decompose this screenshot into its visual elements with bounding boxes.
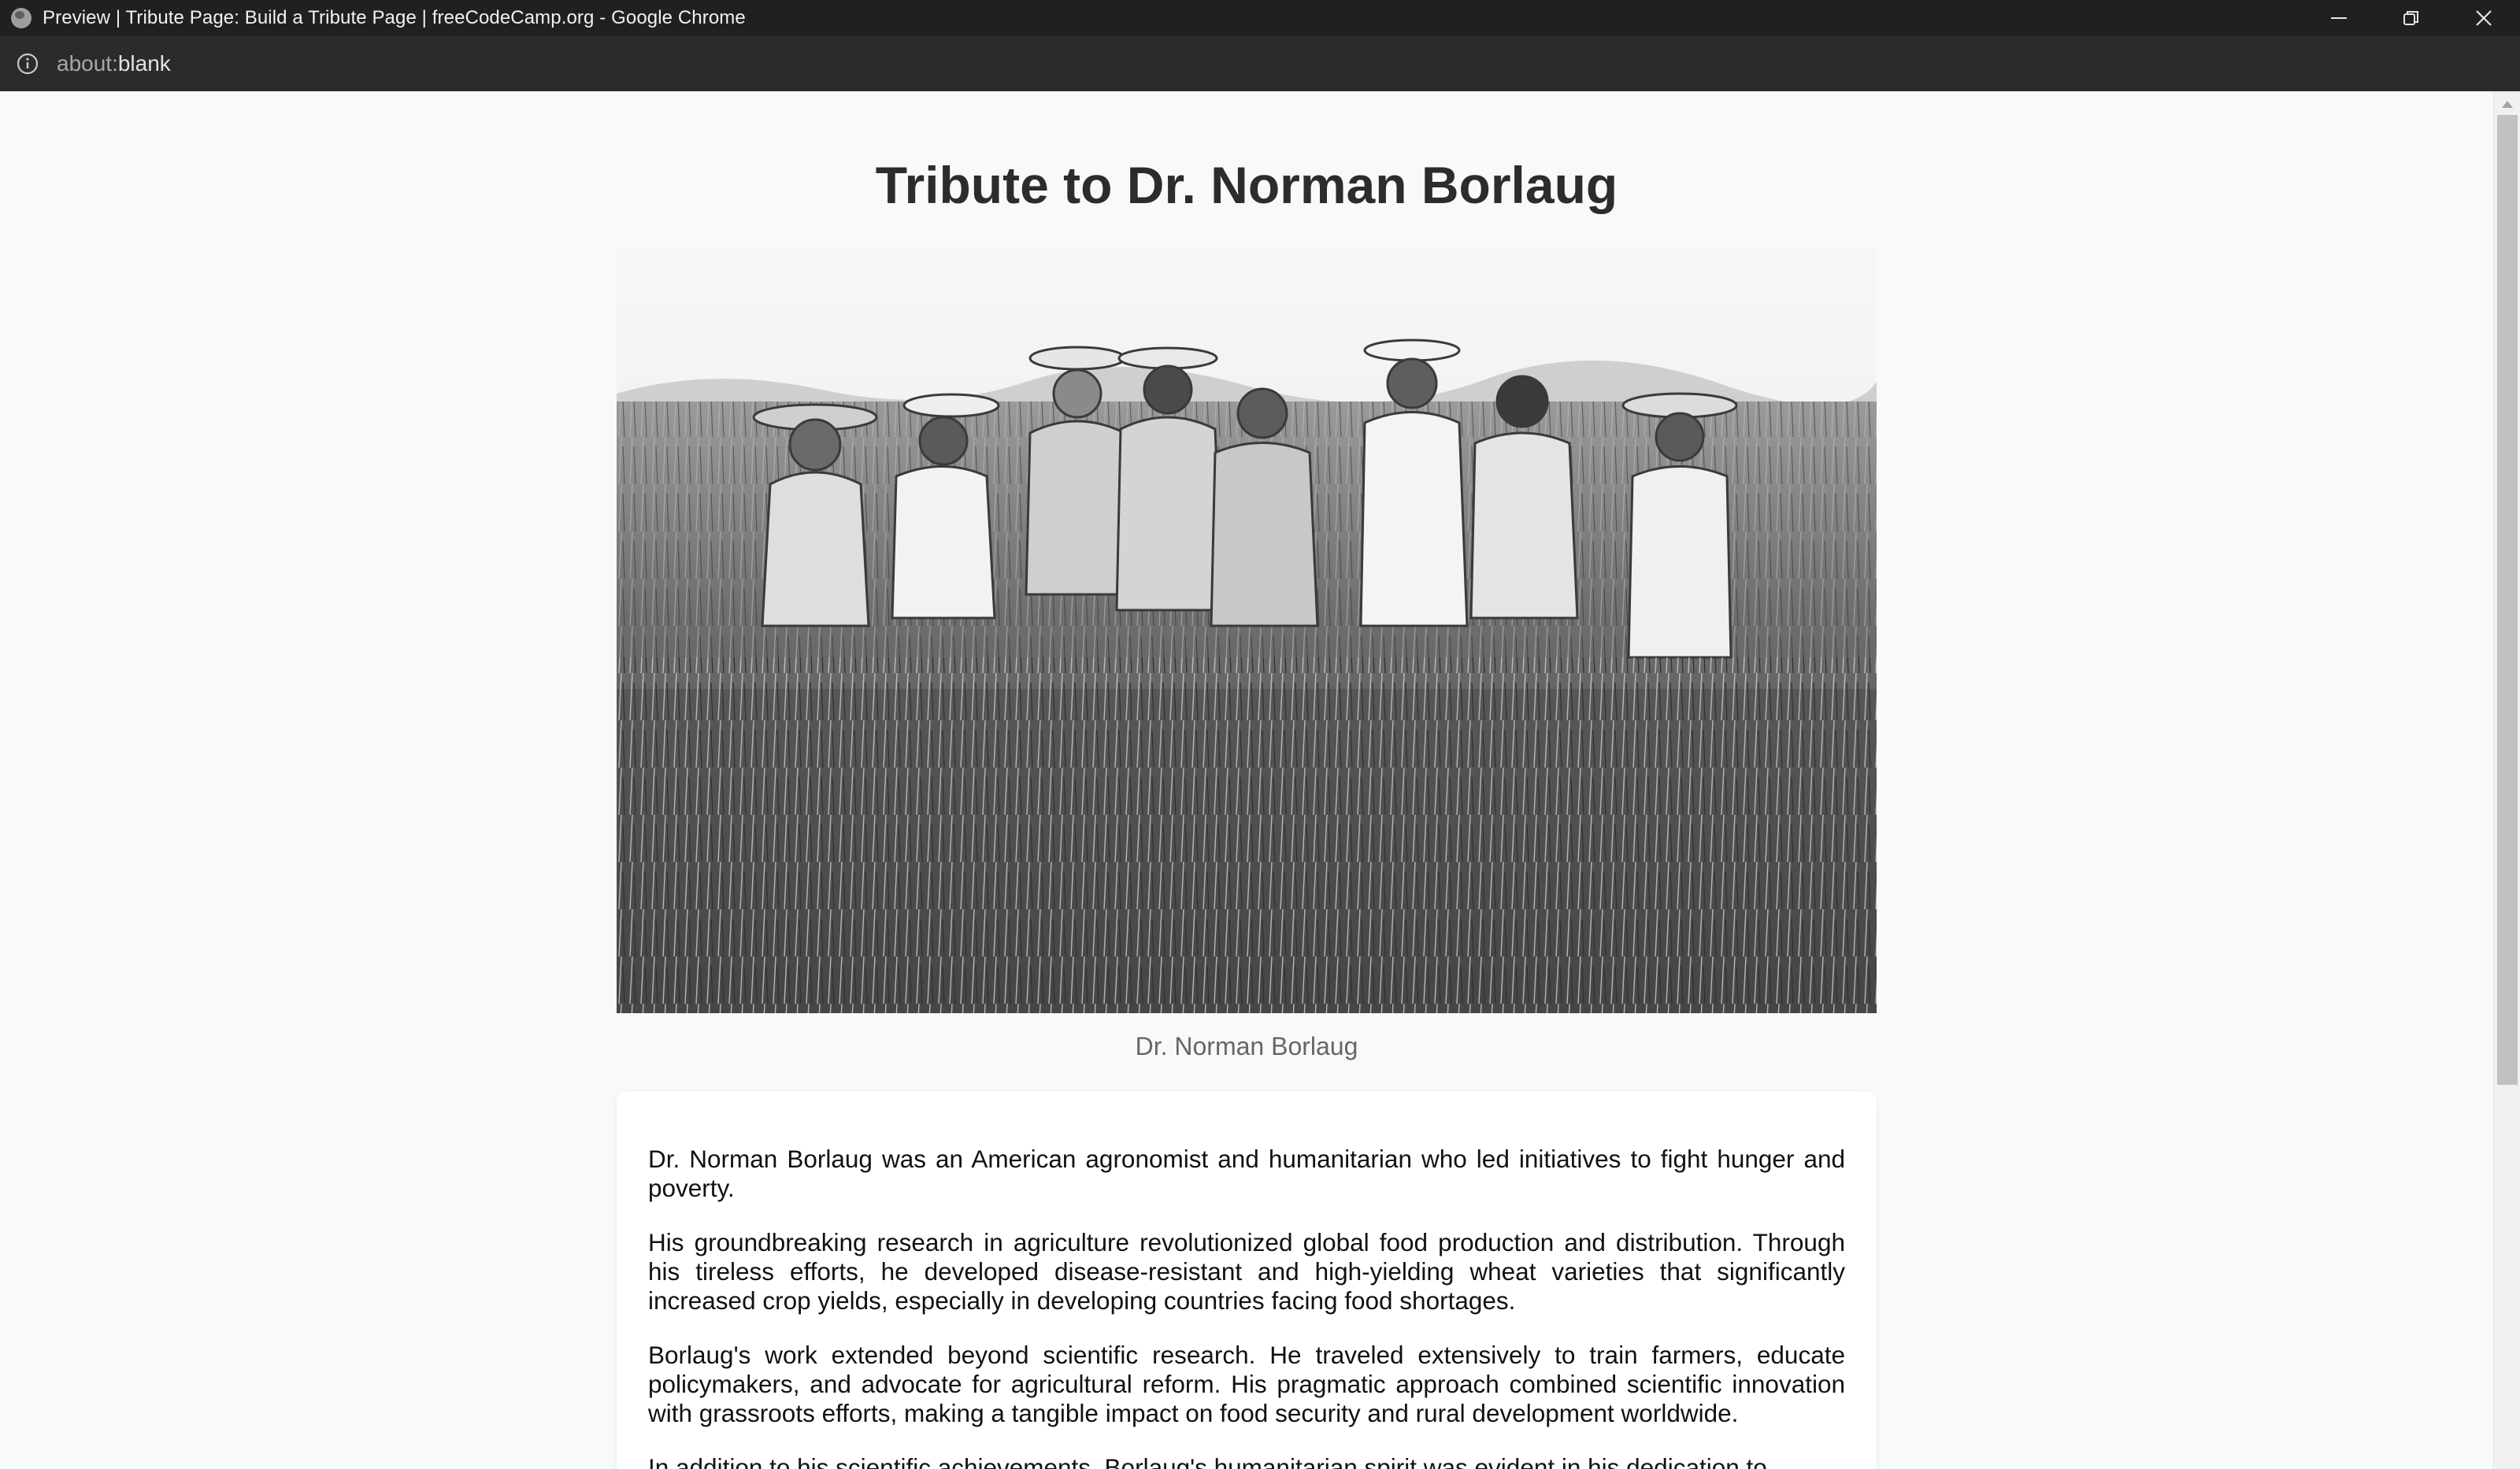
vertical-scrollbar[interactable] (2493, 91, 2520, 1469)
chrome-app-icon (11, 8, 32, 28)
minimize-icon (2331, 17, 2347, 19)
tribute-paragraph: Borlaug's work extended beyond scientifi… (648, 1341, 1845, 1428)
url-field[interactable]: about:blank (57, 51, 171, 76)
close-button[interactable] (2448, 0, 2520, 36)
restore-button[interactable] (2375, 0, 2448, 36)
image-caption: Dr. Norman Borlaug (1135, 1032, 1358, 1061)
tribute-main: Tribute to Dr. Norman Borlaug Dr. Norman… (0, 91, 2493, 1469)
url-scheme: about: (57, 50, 118, 76)
tribute-paragraph: In addition to his scientific achievemen… (648, 1453, 1767, 1469)
window-controls (2303, 0, 2520, 36)
page-title: Tribute to Dr. Norman Borlaug (875, 156, 1618, 214)
scrollbar-thumb[interactable] (2497, 115, 2518, 1085)
borlaug-field-photo (617, 248, 1877, 1014)
restore-icon (2403, 11, 2418, 25)
url-path: blank (117, 50, 171, 76)
image-container: Dr. Norman Borlaug (617, 248, 1877, 1061)
window-title: Preview | Tribute Page: Build a Tribute … (43, 7, 746, 28)
page-viewport: Tribute to Dr. Norman Borlaug Dr. Norman… (0, 91, 2493, 1469)
tribute-paragraph: Dr. Norman Borlaug was an American agron… (648, 1145, 1845, 1203)
scroll-up-arrow-icon[interactable] (2502, 101, 2513, 108)
site-info-icon[interactable] (16, 52, 39, 76)
close-icon (2476, 10, 2492, 26)
minimize-button[interactable] (2303, 0, 2375, 36)
tribute-paragraph: His groundbreaking research in agricultu… (648, 1228, 1845, 1315)
address-bar: about:blank (0, 36, 2520, 91)
window-titlebar: Preview | Tribute Page: Build a Tribute … (0, 0, 2520, 36)
tribute-info-card: Dr. Norman Borlaug was an American agron… (617, 1091, 1877, 1469)
